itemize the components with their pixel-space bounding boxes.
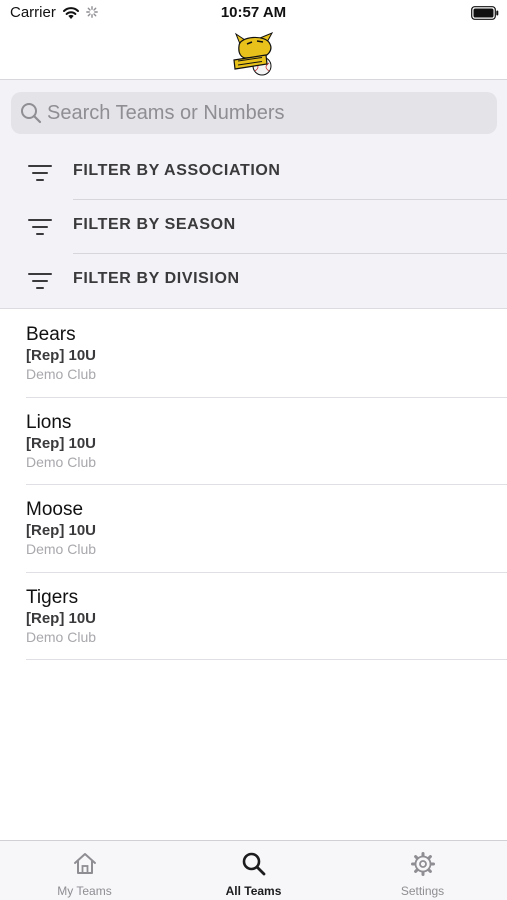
- filter-icon: [28, 219, 52, 235]
- tab-label: My Teams: [57, 884, 112, 898]
- status-bar: Carrier 10:57 AM: [0, 0, 507, 28]
- search-input[interactable]: [47, 92, 487, 134]
- team-row[interactable]: Lions [Rep] 10U Demo Club: [0, 398, 507, 485]
- team-name: Moose: [26, 499, 84, 520]
- search-icon: [242, 852, 266, 876]
- tab-all-teams[interactable]: All Teams: [169, 841, 338, 900]
- team-name: Tigers: [26, 586, 79, 608]
- clock-label: 10:57 AM: [220, 4, 287, 21]
- team-club: Demo Club: [26, 628, 97, 645]
- tab-settings[interactable]: Settings: [338, 841, 507, 900]
- team-club: Demo Club: [26, 366, 97, 382]
- filter-panel: FILTER BY ASSOCIATION FILTER BY SEASON F…: [0, 80, 507, 309]
- team-division: [Rep] 10U: [26, 609, 97, 627]
- search-bar[interactable]: [11, 92, 497, 134]
- gear-icon: [411, 852, 435, 876]
- filter-label: FILTER BY DIVISION: [73, 270, 240, 287]
- divider: [26, 659, 507, 660]
- filter-by-association-row[interactable]: FILTER BY ASSOCIATION: [0, 146, 507, 200]
- team-division: [Rep] 10U: [26, 434, 97, 452]
- filter-icon: [28, 165, 52, 181]
- filter-by-division-row[interactable]: FILTER BY DIVISION: [0, 254, 507, 308]
- team-division: [Rep] 10U: [26, 347, 97, 364]
- team-mascot-logo-icon: [233, 31, 274, 76]
- team-list: Bears [Rep] 10U Demo Club Lions [Rep] 10…: [0, 310, 507, 660]
- tab-my-teams[interactable]: My Teams: [0, 841, 169, 900]
- team-name: Bears: [26, 324, 76, 345]
- battery-icon: [471, 6, 499, 20]
- team-row[interactable]: Moose [Rep] 10U Demo Club: [0, 485, 507, 573]
- team-row[interactable]: Tigers [Rep] 10U Demo Club: [0, 573, 507, 660]
- tab-label: Settings: [400, 884, 445, 898]
- home-icon: [74, 853, 96, 874]
- filter-icon: [28, 273, 52, 289]
- filter-label: FILTER BY SEASON: [73, 216, 236, 233]
- filter-label: FILTER BY ASSOCIATION: [73, 162, 281, 179]
- nav-header: [0, 28, 507, 80]
- tab-bar: My Teams All Teams Settings: [0, 840, 507, 900]
- filter-by-season-row[interactable]: FILTER BY SEASON: [0, 200, 507, 254]
- team-name: Lions: [26, 411, 72, 433]
- team-row[interactable]: Bears [Rep] 10U Demo Club: [0, 310, 507, 398]
- search-icon: [21, 103, 42, 124]
- tab-label: All Teams: [225, 884, 282, 898]
- team-division: [Rep] 10U: [26, 522, 97, 539]
- team-club: Demo Club: [26, 541, 97, 557]
- team-club: Demo Club: [26, 453, 97, 470]
